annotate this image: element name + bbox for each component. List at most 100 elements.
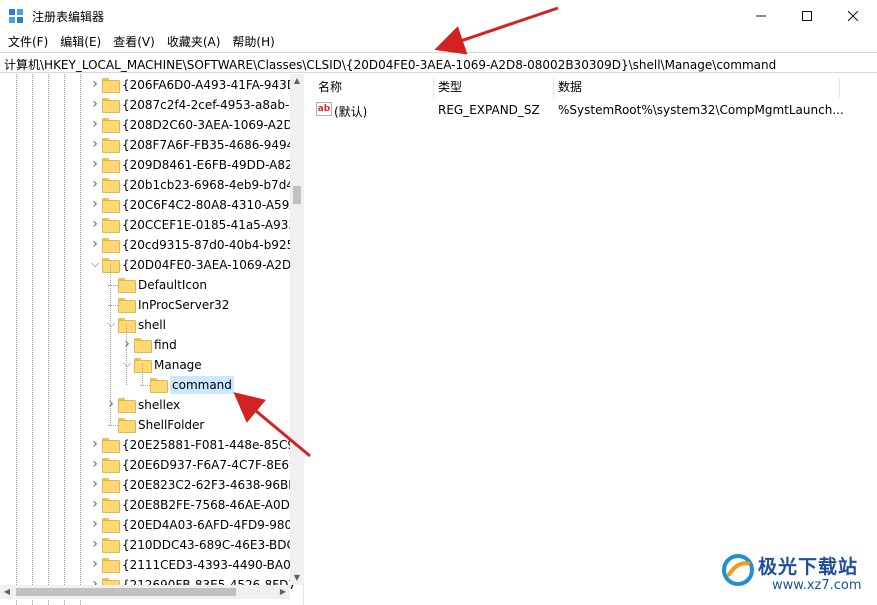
scroll-up-icon[interactable]: ▲ <box>290 74 304 88</box>
tree-item[interactable]: › {20E8B2FE-7568-46AE-A0DB <box>0 495 298 515</box>
tree-item[interactable]: › {2087c2f4-2cef-4953-a8ab-6 <box>0 95 297 115</box>
tree-item[interactable]: › {2111CED3-4393-4490-BA09 <box>0 555 298 575</box>
tree-item[interactable]: › {20E6D937-F6A7-4C7F-8E69- <box>0 455 301 475</box>
watermark-logo-icon <box>722 554 754 586</box>
tree-item[interactable]: › {209D8461-E6FB-49DD-A824 <box>0 155 300 175</box>
chevron-right-icon[interactable]: › <box>90 177 100 191</box>
tree-item[interactable]: command <box>0 375 290 395</box>
watermark-url: www.xz7.com <box>772 578 862 593</box>
tree-item[interactable]: › find <box>0 335 290 355</box>
menu-bar: 文件(F) 编辑(E) 查看(V) 收藏夹(A) 帮助(H) <box>0 31 877 51</box>
chevron-right-icon[interactable]: › <box>90 197 100 211</box>
tree-item[interactable]: › {206FA6D0-A493-41FA-943D <box>0 75 296 95</box>
tree-item-label: {206FA6D0-A493-41FA-943D <box>122 78 297 92</box>
tree-item-label: {20b1cb23-6968-4eb9-b7d4 <box>122 178 294 192</box>
tree-item[interactable]: › {20ED4A03-6AFD-4FD9-980E <box>0 515 300 535</box>
tree-item[interactable]: ⌵ {20D04FE0-3AEA-1069-A2D8 <box>0 255 299 275</box>
tree-item[interactable]: › {20C6F4C2-80A8-4310-A59A <box>0 195 298 215</box>
menu-edit[interactable]: 编辑(E) <box>54 31 107 51</box>
chevron-down-icon[interactable]: ⌵ <box>106 318 116 330</box>
value-name: (默认) <box>334 105 368 119</box>
maximize-button[interactable] <box>784 0 830 31</box>
chevron-right-icon[interactable]: › <box>90 457 100 471</box>
scroll-right-icon[interactable]: ▶ <box>276 585 290 599</box>
tree-item-label: {2087c2f4-2cef-4953-a8ab-6 <box>122 98 297 112</box>
minimize-icon <box>756 15 766 16</box>
tree-item-label: {20E823C2-62F3-4638-96BD- <box>122 478 302 492</box>
folder-icon <box>102 158 120 173</box>
tree-item[interactable]: ⌵ Manage <box>0 355 290 375</box>
tree-item-label: shellex <box>138 398 181 412</box>
table-row[interactable]: ab (默认) REG_EXPAND_SZ %SystemRoot%\syste… <box>310 100 850 120</box>
registry-editor-icon <box>9 9 23 23</box>
tree-branch-line <box>126 324 127 385</box>
tree-item[interactable]: › {20E25881-F081-448e-85C9- <box>0 435 299 455</box>
tree-item[interactable]: › {20E823C2-62F3-4638-96BD- <box>0 475 302 495</box>
tree-item-label: {210DDC43-689C-46E3-BDC <box>122 538 295 552</box>
chevron-right-icon[interactable]: › <box>90 117 100 131</box>
folder-icon <box>102 138 120 153</box>
menu-favorites[interactable]: 收藏夹(A) <box>161 31 227 51</box>
scroll-left-icon[interactable]: ◀ <box>0 585 14 599</box>
chevron-right-icon[interactable]: › <box>90 77 100 91</box>
tree-item[interactable]: › {208F7A6F-FB35-4686-9494- <box>0 135 299 155</box>
tree-item[interactable]: DefaultIcon <box>0 275 290 295</box>
chevron-down-icon[interactable]: ⌵ <box>122 358 132 370</box>
menu-help[interactable]: 帮助(H) <box>226 31 280 51</box>
chevron-right-icon[interactable]: › <box>90 97 100 111</box>
chevron-right-icon[interactable]: › <box>90 437 100 451</box>
menu-file[interactable]: 文件(F) <box>2 31 54 51</box>
chevron-right-icon[interactable]: › <box>90 557 100 571</box>
scroll-thumb-horizontal[interactable] <box>16 588 236 596</box>
menu-view[interactable]: 查看(V) <box>107 31 161 51</box>
chevron-right-icon[interactable]: › <box>90 237 100 251</box>
tree-item[interactable]: › {20CCEF1E-0185-41a5-A933- <box>0 215 300 235</box>
chevron-right-icon[interactable]: › <box>90 217 100 231</box>
tree-item-label: command <box>170 376 234 394</box>
tree-item[interactable]: › {210DDC43-689C-46E3-BDC <box>0 535 295 555</box>
tree-item-label: {20CCEF1E-0185-41a5-A933- <box>122 218 301 232</box>
folder-icon <box>102 458 120 473</box>
chevron-right-icon[interactable]: › <box>90 157 100 171</box>
folder-icon <box>102 218 120 233</box>
tree-branch-line <box>142 364 143 385</box>
window-title: 注册表编辑器 <box>32 10 105 24</box>
column-header-type[interactable]: 类型 <box>434 78 554 98</box>
values-pane[interactable]: 名称 类型 数据 ab (默认) REG_EXPAND_SZ %SystemRo… <box>310 74 877 605</box>
tree-item-label: Manage <box>154 358 202 372</box>
folder-icon <box>134 338 152 353</box>
chevron-down-icon[interactable]: ⌵ <box>90 258 100 270</box>
close-button[interactable] <box>830 0 876 31</box>
minimize-button[interactable] <box>738 0 784 31</box>
tree-item[interactable]: › {20b1cb23-6968-4eb9-b7d4 <box>0 175 294 195</box>
value-data: %SystemRoot%\system32\CompMgmtLaunch... <box>558 103 844 117</box>
scroll-thumb[interactable] <box>293 186 301 204</box>
scroll-down-icon[interactable]: ▼ <box>290 571 304 585</box>
chevron-right-icon[interactable]: › <box>90 477 100 491</box>
chevron-right-icon[interactable]: › <box>106 397 116 411</box>
tree-item[interactable]: › shellex <box>0 395 290 415</box>
folder-icon <box>102 538 120 553</box>
tree-item[interactable]: ShellFolder <box>0 415 290 435</box>
address-bar[interactable]: 计算机\HKEY_LOCAL_MACHINE\SOFTWARE\Classes\… <box>0 52 877 73</box>
tree-item[interactable]: › {208D2C60-3AEA-1069-A2D7 <box>0 115 300 135</box>
chevron-right-icon[interactable]: › <box>90 497 100 511</box>
tree-item-label: {20E25881-F081-448e-85C9- <box>122 438 300 452</box>
close-icon <box>848 10 858 21</box>
column-header-data[interactable]: 数据 <box>554 78 840 98</box>
chevron-right-icon[interactable]: › <box>90 537 100 551</box>
registry-tree[interactable]: › {206FA6D0-A493-41FA-943D › {2087c2f4-2cef… <box>0 74 304 605</box>
folder-icon <box>102 518 120 533</box>
watermark-brand: 极光下载站 <box>758 556 859 578</box>
tree-item[interactable]: ⌵ shell <box>0 315 290 335</box>
tree-horizontal-scrollbar[interactable]: ◀ ▶ <box>0 585 290 599</box>
chevron-right-icon[interactable]: › <box>90 137 100 151</box>
tree-item[interactable]: InProcServer32 <box>0 295 290 315</box>
tree-vertical-scrollbar[interactable]: ▲ ▼ <box>290 74 304 585</box>
column-header-name[interactable]: 名称 <box>314 78 434 98</box>
watermark: 极光下载站 www.xz7.com <box>720 548 870 598</box>
tree-connector <box>140 385 150 386</box>
chevron-right-icon[interactable]: › <box>90 517 100 531</box>
chevron-right-icon[interactable]: › <box>122 337 132 351</box>
tree-item[interactable]: › {20cd9315-87d0-40b4-b925- <box>0 235 299 255</box>
